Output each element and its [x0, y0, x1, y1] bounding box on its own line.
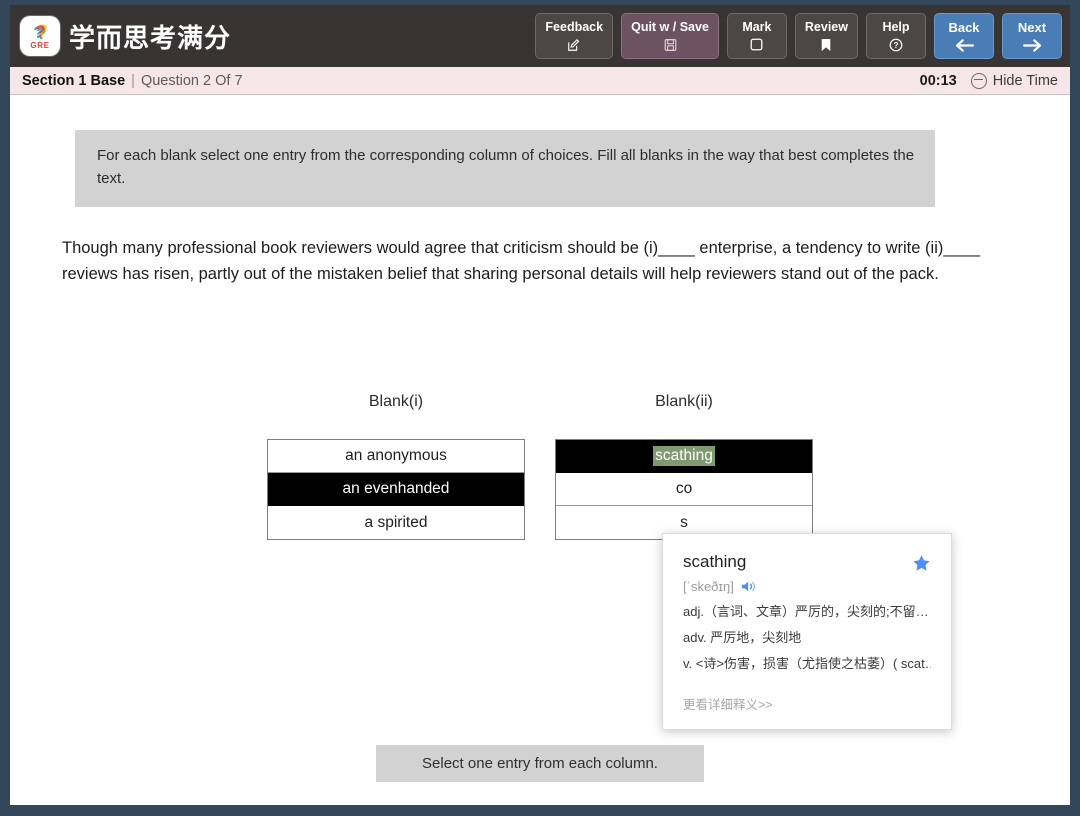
- choice-label: an evenhanded: [342, 480, 450, 497]
- choice-box-blank-i: an anonymous an evenhanded a spirited: [267, 439, 525, 540]
- directions-box: For each blank select one entry from the…: [75, 130, 935, 207]
- answer-columns: Blank(i) an anonymous an evenhanded a sp…: [267, 393, 952, 730]
- choice-box-blank-ii: scathing co s: [555, 439, 813, 540]
- answer-column-blank-ii: Blank(ii) scathing co s: [555, 393, 813, 540]
- dictionary-sense: v. <诗>伤害，损害（尤指使之枯萎）( scat…: [683, 656, 931, 671]
- choice-label: s: [680, 513, 688, 531]
- dictionary-phonetic: [ˈskeðɪŋ]: [683, 579, 734, 594]
- next-button[interactable]: Next: [1002, 13, 1062, 59]
- dictionary-word: scathing: [683, 552, 747, 571]
- section-separator: |: [131, 72, 135, 89]
- timer-group: 00:13 Hide Time: [919, 72, 1058, 89]
- question-counter: Question 2 Of 7: [140, 72, 243, 89]
- hide-time-label: Hide Time: [992, 72, 1058, 89]
- help-button[interactable]: Help ?: [866, 13, 926, 59]
- dictionary-sense: adj.（言词、文章）严厉的，尖刻的;不留…: [683, 604, 929, 619]
- section-name: Section 1 Base: [22, 72, 126, 89]
- mark-button[interactable]: Mark: [726, 13, 787, 59]
- choice-label: a spirited: [364, 513, 428, 531]
- bookmark-icon: [820, 37, 832, 52]
- choice-option-selected[interactable]: an evenhanded: [268, 473, 524, 506]
- mark-button-label: Mark: [742, 19, 772, 34]
- answer-column-blank-i: Blank(i) an anonymous an evenhanded a sp…: [267, 393, 525, 540]
- dictionary-more-link[interactable]: 更看详细释义>>: [683, 694, 931, 713]
- edit-square-icon: [567, 37, 581, 52]
- dictionary-popup[interactable]: scathing [ˈskeðɪŋ] adj.（言词、文章）严厉的，尖刻的;不留…: [662, 533, 952, 730]
- column-label-blank-ii: Blank(ii): [655, 393, 713, 410]
- dictionary-phonetic-row: [ˈskeðɪŋ]: [683, 579, 931, 594]
- app-title: 学而思考满分: [69, 22, 232, 53]
- brand: ? GRE 学而思考满分: [20, 16, 231, 56]
- hide-time-button[interactable]: Hide Time: [970, 72, 1058, 89]
- toolbar-buttons: Feedback Quit w / Save Mark Review Help …: [535, 13, 1062, 59]
- dictionary-header: scathing: [683, 552, 931, 573]
- question-content: For each blank select one entry from the…: [10, 95, 1070, 804]
- passage-text: Though many professional book reviewers …: [62, 239, 981, 284]
- save-disk-icon: [664, 37, 677, 52]
- feedback-button[interactable]: Feedback: [535, 13, 614, 59]
- star-icon[interactable]: [912, 554, 931, 573]
- section-status-bar: Section 1 Base | Question 2 Of 7 00:13 H…: [10, 67, 1070, 95]
- quit-with-save-button-label: Quit w / Save: [631, 19, 709, 34]
- back-button-label: Back: [948, 19, 980, 35]
- choice-label: an anonymous: [345, 447, 447, 464]
- timer-value: 00:13: [919, 72, 957, 89]
- review-button[interactable]: Review: [794, 13, 858, 59]
- choice-label: co: [675, 480, 693, 497]
- minus-circle-icon: [970, 72, 987, 89]
- bottom-hint: Select one entry from each column.: [376, 745, 704, 782]
- choice-option-selected[interactable]: scathing: [556, 440, 812, 473]
- help-button-label: Help: [882, 19, 910, 34]
- choice-option[interactable]: co: [556, 473, 812, 506]
- logo-question-mark-icon: ?: [35, 22, 45, 41]
- next-button-label: Next: [1017, 19, 1047, 35]
- quit-with-save-button[interactable]: Quit w / Save: [621, 13, 719, 59]
- square-outline-icon: [750, 37, 763, 52]
- review-button-label: Review: [804, 19, 848, 34]
- question-circle-icon: ?: [889, 37, 903, 52]
- column-label-blank-i: Blank(i): [368, 393, 424, 410]
- feedback-button-label: Feedback: [545, 19, 604, 34]
- dictionary-sense: adv. 严厉地，尖刻地: [683, 630, 802, 645]
- svg-text:?: ?: [894, 41, 899, 50]
- gre-logo: ? GRE: [20, 16, 60, 56]
- top-toolbar: ? GRE 学而思考满分 Feedback Quit w / Save Mark…: [10, 5, 1070, 67]
- choice-label-highlighted: scathing: [653, 446, 715, 466]
- back-button[interactable]: Back: [934, 13, 994, 59]
- choice-option[interactable]: a spirited: [268, 506, 524, 539]
- speaker-icon[interactable]: [741, 580, 757, 593]
- logo-gre-label: GRE: [30, 41, 50, 50]
- exam-window: ? GRE 学而思考满分 Feedback Quit w / Save Mark…: [10, 5, 1070, 805]
- arrow-right-icon: [1022, 38, 1042, 53]
- arrow-left-icon: [955, 38, 974, 53]
- choice-option[interactable]: an anonymous: [268, 440, 524, 473]
